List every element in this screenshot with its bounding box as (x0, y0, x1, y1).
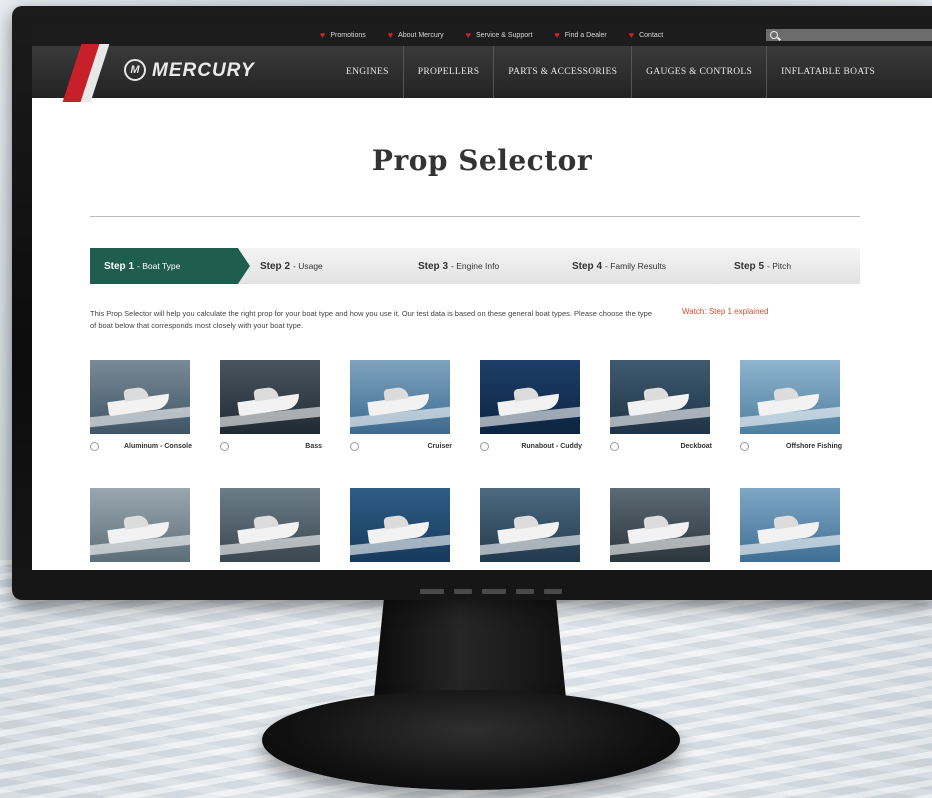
boat-option[interactable] (90, 488, 196, 562)
boat-option[interactable] (350, 488, 456, 562)
boat-option[interactable] (740, 488, 846, 562)
top-link-about[interactable]: ♥ About Mercury (387, 29, 444, 40)
boat-type-label: Cruiser (427, 442, 452, 450)
boat-option[interactable] (480, 488, 586, 562)
boat-type-radio[interactable] (90, 441, 99, 451)
boat-photo[interactable] (350, 488, 450, 562)
boat-option[interactable]: Runabout - Cuddy (480, 360, 586, 452)
boat-option[interactable]: Aluminum - Console (90, 360, 196, 452)
boat-option-row: Cruiser (350, 440, 456, 452)
boat-type-radio[interactable] (740, 441, 749, 451)
monitor-button[interactable] (420, 589, 444, 594)
nav-inflatable-boats[interactable]: INFLATABLE BOATS (766, 46, 889, 98)
step-1-tab[interactable]: Step 1- Boat Type (90, 248, 250, 284)
boat-option-row: Runabout - Cuddy (480, 440, 586, 452)
monitor-stand-base (262, 690, 680, 790)
top-link-contact[interactable]: ♥ Contact (628, 29, 663, 40)
boat-photo[interactable] (740, 360, 840, 434)
intro-text: This Prop Selector will help you calcula… (90, 309, 652, 330)
search-icon[interactable] (770, 31, 778, 39)
nav-engines[interactable]: ENGINES (332, 46, 403, 98)
boat-photo[interactable] (220, 360, 320, 434)
boat-photo[interactable] (480, 488, 580, 562)
monitor-button[interactable] (482, 589, 506, 594)
top-link-dealer[interactable]: ♥ Find a Dealer (554, 29, 606, 40)
boat-option-row: Bass (220, 440, 326, 452)
boat-photo[interactable] (610, 488, 710, 562)
utility-links: ♥ Promotions ♥ About Mercury ♥ Service & Su… (320, 24, 663, 46)
monitor-button[interactable] (544, 589, 562, 594)
brand-name: MERCURY (152, 60, 255, 81)
boat-photo[interactable] (90, 360, 190, 434)
boat-type-label: Offshore Fishing (786, 442, 842, 450)
boat-photo[interactable] (740, 488, 840, 562)
boat-option[interactable] (220, 488, 326, 562)
boat-option[interactable]: Cruiser (350, 360, 456, 452)
boat-type-radio[interactable] (480, 441, 489, 451)
nav-propellers[interactable]: PROPELLERS (402, 46, 494, 98)
logo[interactable]: M MERCURY (32, 44, 322, 102)
heart-icon: ♥ (465, 29, 471, 40)
monitor-buttons (420, 589, 562, 594)
main-nav: M MERCURY ENGINES PROPELLERS PARTS & ACC… (32, 44, 932, 102)
utility-bar: ♥ Promotions ♥ About Mercury ♥ Service & Su… (32, 24, 932, 46)
watch-step-link[interactable]: Watch: Step 1 explained (682, 307, 768, 316)
boat-option-row: Offshore Fishing (740, 440, 846, 452)
heart-icon: ♥ (628, 29, 635, 40)
boat-option[interactable]: Deckboat (610, 360, 716, 452)
boat-type-label: Aluminum - Console (123, 442, 192, 450)
boat-option[interactable]: Offshore Fishing (740, 360, 846, 452)
boat-type-radio[interactable] (610, 441, 619, 451)
boat-option[interactable]: Bass (220, 360, 326, 452)
step-2-tab[interactable]: Step 2- Usage (238, 248, 404, 284)
step-3-tab[interactable]: Step 3- Engine Info (392, 248, 558, 284)
boat-type-label: Bass (305, 442, 322, 450)
monitor-button[interactable] (454, 589, 472, 594)
step-5-tab[interactable]: Step 5- Pitch (710, 248, 860, 284)
boat-photo[interactable] (220, 488, 320, 562)
boat-option[interactable] (610, 488, 716, 562)
boat-option-row: Aluminum - Console (90, 440, 196, 452)
boat-type-label: Runabout - Cuddy (521, 442, 582, 450)
search-input[interactable] (766, 29, 932, 41)
step-4-tab[interactable]: Step 4- Family Results (546, 248, 722, 284)
mercury-logo-icon: M (124, 59, 146, 81)
monitor-screen: ♥ Promotions ♥ About Mercury ♥ Service & Su… (32, 24, 932, 570)
boat-photo[interactable] (610, 360, 710, 434)
heart-icon: ♥ (554, 29, 560, 40)
boat-type-radio[interactable] (220, 441, 229, 451)
boat-type-label: Deckboat (680, 442, 712, 450)
monitor-button[interactable] (516, 589, 534, 594)
page-title: Prop Selector (371, 144, 593, 177)
nav-parts-accessories[interactable]: PARTS & ACCESSORIES (493, 46, 631, 98)
boat-photo[interactable] (90, 488, 190, 562)
step-progress: Step 1- Boat Type Step 2- Usage Step 3- … (90, 248, 860, 284)
boat-photo[interactable] (350, 360, 450, 434)
nav-gauges-controls[interactable]: GAUGES & CONTROLS (631, 46, 766, 98)
boat-photo[interactable] (480, 360, 580, 434)
boat-type-radio[interactable] (350, 441, 359, 451)
heart-icon: ♥ (320, 29, 326, 40)
title-divider (90, 216, 860, 217)
top-link-service[interactable]: ♥ Service & Support (465, 29, 533, 40)
nav-items: ENGINES PROPELLERS PARTS & ACCESSORIES G… (332, 46, 889, 98)
boat-option-row: Deckboat (610, 440, 716, 452)
top-link-promotions[interactable]: ♥ Promotions (320, 29, 366, 40)
heart-icon: ♥ (387, 29, 394, 40)
